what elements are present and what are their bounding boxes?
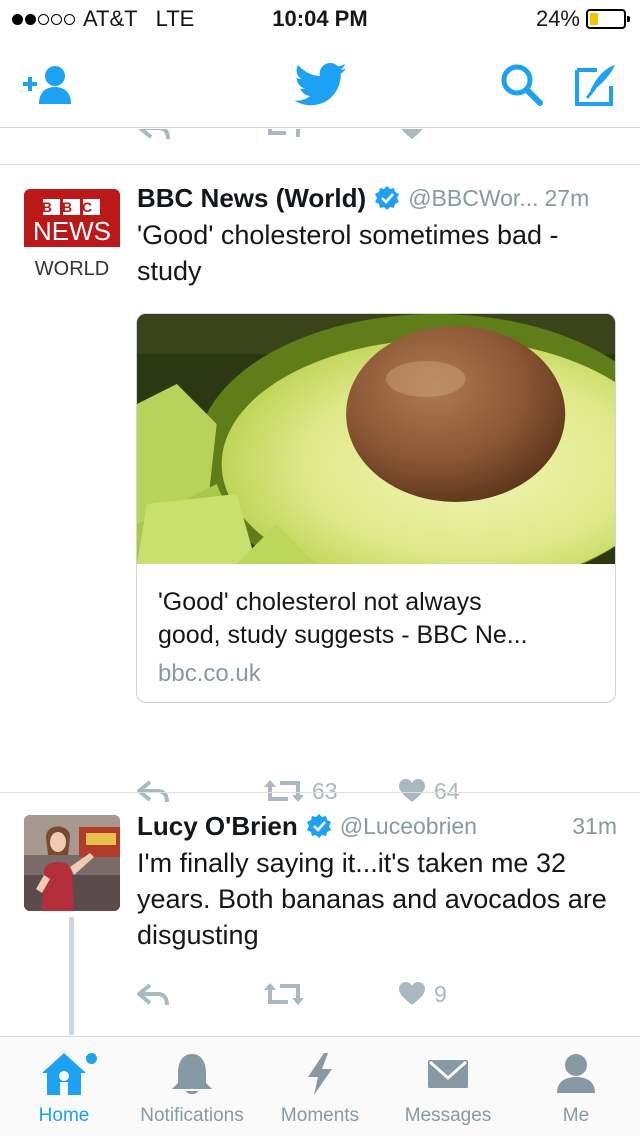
timeline-feed[interactable]: 110 104 BBC NEWS WORLD BBC Ne bbox=[0, 129, 640, 1036]
previous-tweet-actions: 110 104 bbox=[0, 129, 640, 151]
avatar-photo bbox=[24, 815, 120, 911]
link-card[interactable]: 'Good' cholesterol not always good, stud… bbox=[136, 313, 616, 703]
tweet-text: 'Good' cholesterol sometimes bad - study bbox=[137, 220, 559, 286]
tweet-text: I'm finally saying it...it's taken me 32… bbox=[137, 848, 607, 950]
retweet-icon bbox=[264, 983, 304, 1005]
card-title-line1: 'Good' cholesterol not always bbox=[158, 588, 482, 616]
tweet-author-handle[interactable]: @Luceobrien bbox=[340, 813, 477, 840]
tweet-timestamp: 31m bbox=[572, 812, 617, 839]
tweet-author-name[interactable]: BBC News (World) bbox=[137, 183, 366, 214]
card-title-line2: good, study suggests - BBC Ne... bbox=[158, 621, 528, 649]
add-user-icon bbox=[23, 66, 71, 104]
tab-me[interactable]: Me bbox=[512, 1037, 640, 1136]
tweet-body: Lucy O'Brien @Luceobrien 31m I'm finally… bbox=[137, 809, 617, 953]
lightning-icon bbox=[308, 1053, 332, 1095]
retweet-icon[interactable] bbox=[264, 129, 304, 141]
tweet-author-handle[interactable]: @BBCWor... bbox=[408, 185, 538, 212]
bottom-tab-bar: Home Notifications Moments Messages Me bbox=[0, 1036, 640, 1136]
new-tweets-dot bbox=[86, 1053, 97, 1064]
compose-tweet-button[interactable] bbox=[568, 60, 624, 110]
tweet-author-name[interactable]: Lucy O'Brien bbox=[137, 811, 298, 842]
bell-icon bbox=[172, 1054, 212, 1094]
tweet-header: BBC News (World) @BBCWor... 27m bbox=[137, 181, 617, 215]
tweet-header: Lucy O'Brien @Luceobrien 31m bbox=[137, 809, 617, 843]
add-user-button[interactable] bbox=[20, 60, 76, 110]
reply-icon[interactable] bbox=[137, 129, 171, 141]
battery-percent: 24% bbox=[535, 6, 580, 31]
avatar-bbc-line2: NEWS bbox=[33, 216, 111, 246]
person-icon bbox=[557, 1054, 595, 1093]
top-nav-bar bbox=[0, 40, 640, 128]
tab-notifications[interactable]: Notifications bbox=[128, 1037, 256, 1136]
like-icon[interactable] bbox=[398, 129, 426, 141]
status-bar: AT&T LTE 10:04 PM 24% bbox=[0, 0, 640, 40]
status-right: 24% bbox=[535, 6, 630, 32]
card-domain: bbc.co.uk bbox=[158, 660, 261, 687]
tweet-body: BBC News (World) @BBCWor... 27m 'Good' c… bbox=[137, 181, 617, 289]
conversation-thread-line bbox=[69, 917, 74, 1035]
tab-label-notifications: Notifications bbox=[140, 1105, 244, 1126]
like-icon bbox=[399, 982, 425, 1005]
like-count: 9 bbox=[434, 980, 447, 1007]
tweet-timestamp: 27m bbox=[544, 184, 590, 211]
reply-button[interactable] bbox=[136, 974, 170, 1014]
twitter-bird-icon bbox=[294, 63, 347, 106]
search-button[interactable] bbox=[494, 60, 550, 110]
battery-icon bbox=[586, 9, 630, 29]
tab-label-messages: Messages bbox=[404, 1105, 492, 1126]
verified-badge-icon bbox=[375, 186, 400, 210]
tweet-lucy-obrien[interactable]: Lucy O'Brien @Luceobrien 31m I'm finally… bbox=[0, 793, 640, 1036]
avatar-bbc-news[interactable]: BBC NEWS WORLD bbox=[24, 189, 120, 285]
retweet-button[interactable] bbox=[264, 974, 304, 1014]
avatar-bbc-line1: BBC bbox=[42, 199, 102, 215]
envelope-icon bbox=[428, 1060, 468, 1088]
tab-label-moments: Moments bbox=[280, 1105, 360, 1126]
avatar-bbc-line3: WORLD bbox=[35, 258, 109, 280]
tab-home[interactable]: Home bbox=[0, 1037, 128, 1136]
card-image-avocado bbox=[137, 314, 615, 564]
reply-icon bbox=[137, 983, 169, 1006]
home-icon bbox=[42, 1053, 86, 1095]
search-icon bbox=[501, 64, 543, 106]
avatar-lucy-obrien[interactable] bbox=[24, 815, 120, 911]
previous-like-count: 104 bbox=[434, 129, 472, 134]
twitter-logo bbox=[290, 60, 352, 110]
tab-messages[interactable]: Messages bbox=[384, 1037, 512, 1136]
tab-label-me: Me bbox=[562, 1105, 590, 1126]
verified-badge-icon bbox=[306, 814, 331, 838]
compose-icon bbox=[575, 65, 615, 106]
previous-retweet-count: 110 bbox=[312, 129, 349, 134]
tab-moments[interactable]: Moments bbox=[256, 1037, 384, 1136]
like-button[interactable]: 9 bbox=[398, 974, 447, 1014]
tweet-bbc-news[interactable]: BBC NEWS WORLD BBC News (World) @BBCWor.… bbox=[0, 165, 640, 804]
tweet-actions: 9 bbox=[136, 974, 576, 1014]
